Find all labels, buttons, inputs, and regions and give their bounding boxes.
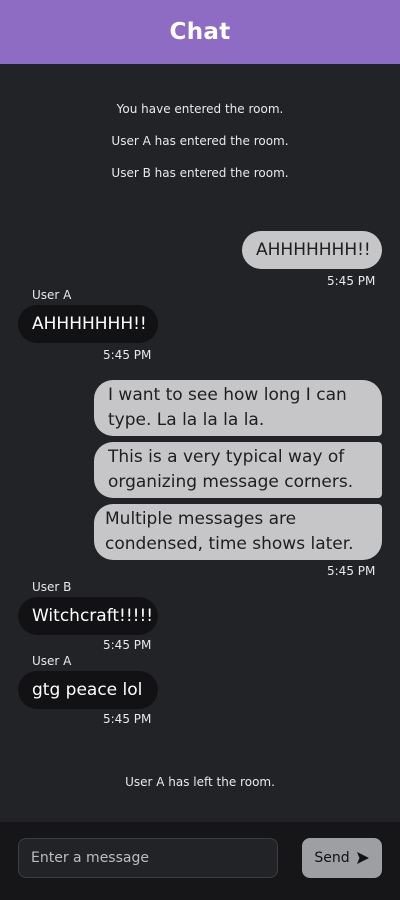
send-button-label: Send xyxy=(314,850,350,866)
message-timestamp: 5:45 PM xyxy=(327,274,376,288)
message-timestamp: 5:45 PM xyxy=(327,564,376,578)
message-text-line: condensed, time shows later. xyxy=(105,534,354,554)
incoming-message-bubble: AHHHHHHH!! xyxy=(18,305,158,343)
message-text-line: This is a very typical way of xyxy=(108,447,345,467)
message-text: gtg peace lol xyxy=(32,679,143,700)
chat-header: Chat xyxy=(0,0,400,64)
system-message: User B has entered the room. xyxy=(111,166,289,180)
message-text-line: I want to see how long I can xyxy=(108,385,347,405)
message-input[interactable] xyxy=(18,838,278,878)
message-text: AHHHHHHH!! xyxy=(32,313,147,334)
sender-name: User A xyxy=(32,288,72,302)
message-text: Witchcraft!!!!! xyxy=(32,605,154,626)
send-button[interactable]: Send xyxy=(302,838,382,878)
message-timestamp: 5:45 PM xyxy=(103,638,152,652)
system-message: You have entered the room. xyxy=(116,102,284,116)
sender-name: User A xyxy=(32,654,72,668)
outgoing-message-bubble: I want to see how long I can type. La la… xyxy=(94,380,382,436)
incoming-message-bubble: gtg peace lol xyxy=(18,671,158,709)
page-title: Chat xyxy=(169,19,231,45)
incoming-message-bubble: Witchcraft!!!!! xyxy=(18,597,158,635)
outgoing-message-bubble: AHHHHHHH!! xyxy=(242,231,382,269)
message-text-line: organizing message corners. xyxy=(108,472,354,492)
outgoing-message-bubble: This is a very typical way of organizing… xyxy=(94,442,382,498)
message-text: AHHHHHHH!! xyxy=(256,239,371,260)
system-message: User A has left the room. xyxy=(125,775,275,789)
message-timestamp: 5:45 PM xyxy=(103,712,152,726)
sender-name: User B xyxy=(32,580,72,594)
send-arrow-icon xyxy=(356,851,370,865)
system-message: User A has entered the room. xyxy=(111,134,289,148)
outgoing-message-bubble: Multiple messages are condensed, time sh… xyxy=(94,504,382,560)
message-text-line: Multiple messages are xyxy=(105,509,297,529)
message-text-line: type. La la la la la. xyxy=(108,410,265,430)
message-timestamp: 5:45 PM xyxy=(103,348,152,362)
